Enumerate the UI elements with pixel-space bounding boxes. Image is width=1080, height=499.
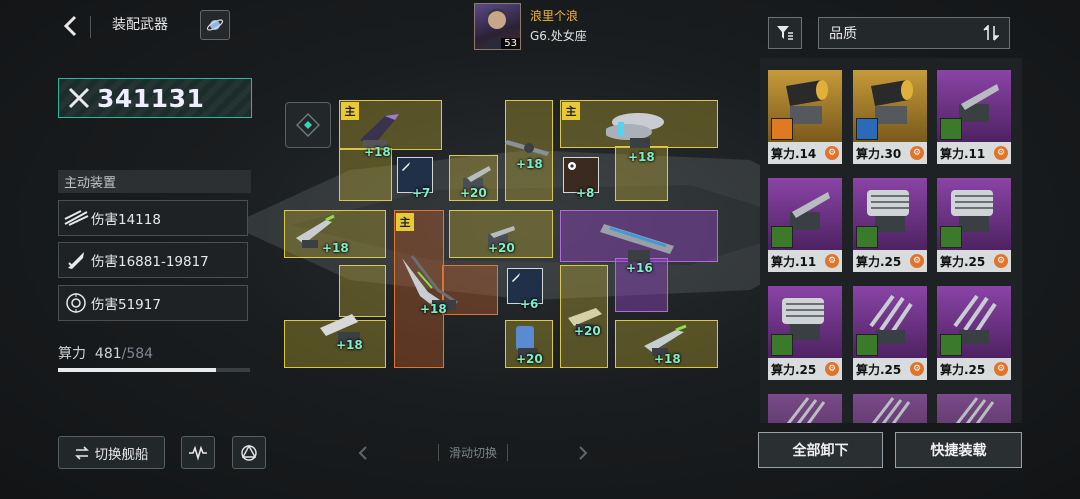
item-compute-cost: 算力.25	[856, 362, 902, 377]
inventory-item[interactable]	[853, 394, 927, 423]
inventory-item[interactable]	[768, 394, 842, 423]
rocket-icon	[512, 273, 520, 282]
claw-launcher-icon	[955, 397, 995, 423]
level-label: +18	[322, 241, 349, 255]
inventory-item[interactable]: 算力.11 ⚙	[768, 178, 842, 272]
item-compute-cost: 算力.11	[771, 254, 817, 269]
item-type-icon	[856, 334, 878, 356]
level-label: +18	[336, 338, 363, 352]
gear-icon: ⚙	[910, 146, 924, 160]
item-type-icon	[771, 334, 793, 356]
filter-button[interactable]	[768, 17, 802, 49]
level-label: +18	[628, 150, 655, 164]
level-label: +20	[460, 186, 487, 200]
gear-icon: ⚙	[994, 146, 1008, 160]
inventory-item[interactable]: 算力.25 ⚙	[937, 178, 1011, 272]
item-compute-cost: 算力.14	[771, 146, 817, 161]
inventory-item[interactable]: 算力.14 ⚙	[768, 70, 842, 164]
item-type-icon	[856, 226, 878, 248]
level-label: +8	[576, 186, 595, 200]
item-type-icon	[856, 118, 878, 140]
gear-icon: ⚙	[825, 254, 839, 268]
level-label: +20	[488, 241, 515, 255]
item-compute-cost: 算力.30	[856, 146, 902, 161]
level-label: +7	[412, 186, 431, 200]
item-footer: 算力.25 ⚙	[853, 358, 927, 380]
gear-icon: ⚙	[910, 362, 924, 376]
item-type-icon	[940, 334, 962, 356]
item-footer: 算力.14 ⚙	[768, 142, 842, 164]
cannon-icon	[606, 113, 664, 148]
level-label: +18	[420, 302, 447, 316]
inventory-grid: 算力.14 ⚙ 算力.30 ⚙ 算力.11 ⚙ 算力.11 ⚙ 算力.25 ⚙ 算力.25 ⚙ 算力.2…	[760, 58, 1022, 423]
inventory-item[interactable]: 算力.25 ⚙	[937, 286, 1011, 380]
item-footer: 算力.25 ⚙	[937, 358, 1011, 380]
rocket-icon	[402, 162, 410, 171]
item-footer: 算力.25 ⚙	[768, 358, 842, 380]
item-footer: 算力.30 ⚙	[853, 142, 927, 164]
inventory-item[interactable]: 算力.11 ⚙	[937, 70, 1011, 164]
level-label: +18	[364, 145, 391, 159]
cannon-icon	[360, 114, 399, 148]
item-type-icon	[771, 226, 793, 248]
filter-icon	[777, 26, 793, 40]
item-compute-cost: 算力.25	[771, 362, 817, 377]
item-footer: 算力.25 ⚙	[937, 250, 1011, 272]
heavy-cannon-icon	[600, 224, 674, 262]
inventory-item[interactable]: 算力.25 ⚙	[853, 286, 927, 380]
item-compute-cost: 算力.25	[856, 254, 902, 269]
level-label: +18	[516, 157, 543, 171]
item-footer: 算力.11 ⚙	[768, 250, 842, 272]
item-type-icon	[940, 226, 962, 248]
level-label: +6	[520, 297, 539, 311]
item-compute-cost: 算力.25	[940, 362, 986, 377]
gear-icon: ⚙	[910, 254, 924, 268]
gear-icon: ⚙	[994, 254, 1008, 268]
inventory-item[interactable]: 算力.25 ⚙	[768, 286, 842, 380]
unload-all-button[interactable]: 全部卸下	[758, 432, 883, 468]
item-type-icon	[771, 118, 793, 140]
inventory-item[interactable]: 算力.30 ⚙	[853, 70, 927, 164]
claw-launcher-icon	[871, 397, 911, 423]
level-label: +20	[574, 324, 601, 338]
item-type-icon	[940, 118, 962, 140]
level-label: +16	[626, 261, 653, 275]
main-badge: 主	[562, 102, 580, 120]
quick-equip-button[interactable]: 快捷装载	[895, 432, 1022, 468]
sort-order-icon	[983, 25, 999, 41]
sort-dropdown[interactable]: 品质	[818, 17, 1010, 49]
gear-icon: ⚙	[994, 362, 1008, 376]
item-compute-cost: 算力.25	[940, 254, 986, 269]
item-compute-cost: 算力.11	[940, 146, 986, 161]
claw-launcher-icon	[786, 397, 826, 423]
item-footer: 算力.25 ⚙	[853, 250, 927, 272]
main-badge: 主	[396, 213, 414, 231]
inventory-item[interactable]: 算力.25 ⚙	[853, 178, 927, 272]
gear-icon: ⚙	[825, 146, 839, 160]
gear-icon: ⚙	[825, 362, 839, 376]
inventory-item[interactable]	[937, 394, 1011, 423]
gear-icon	[568, 162, 576, 170]
sort-label: 品质	[829, 26, 857, 42]
level-label: +20	[516, 352, 543, 366]
item-footer: 算力.11 ⚙	[937, 142, 1011, 164]
level-label: +18	[654, 352, 681, 366]
